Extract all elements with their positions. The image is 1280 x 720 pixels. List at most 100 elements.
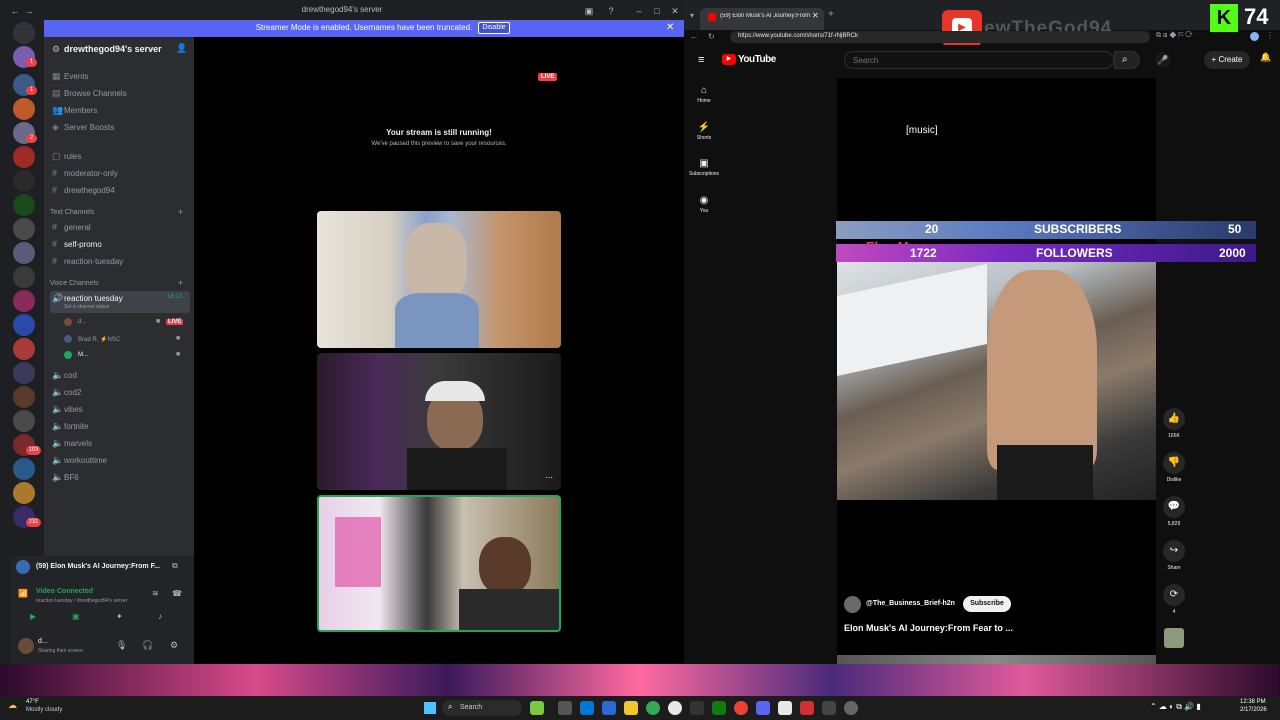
edge-icon[interactable] bbox=[580, 701, 594, 715]
soundboard-button[interactable]: ♪ bbox=[158, 612, 172, 624]
channel-status[interactable]: Set a channel status bbox=[64, 304, 109, 310]
maximize-icon[interactable]: □ bbox=[650, 4, 664, 18]
voice-connected-sub[interactable]: reaction tuesday / drewthegod94's server bbox=[36, 598, 127, 604]
help-icon[interactable]: ? bbox=[604, 4, 618, 18]
extensions-icon[interactable]: ⧉ ⊞ ◆ ⚐ ⟳ bbox=[1156, 32, 1193, 40]
app-icon[interactable] bbox=[668, 701, 682, 715]
camera-button[interactable]: ▶ bbox=[30, 612, 44, 624]
file-explorer-icon[interactable] bbox=[624, 701, 638, 715]
server-icon[interactable] bbox=[13, 458, 35, 480]
voice-channel-cod[interactable]: 🔈 cod bbox=[50, 368, 190, 383]
search-input[interactable] bbox=[844, 51, 1114, 69]
members-item[interactable]: 👥 Members bbox=[50, 103, 190, 118]
server-icon[interactable] bbox=[13, 98, 35, 120]
server-icon[interactable] bbox=[13, 266, 35, 288]
profile-avatar[interactable] bbox=[1250, 32, 1259, 41]
channel-self-promo[interactable]: # self-promo bbox=[50, 237, 190, 252]
comments-button[interactable]: 💬 5,829 bbox=[1160, 496, 1188, 527]
system-tray-icons[interactable]: ⌃ ☁ ◐ ⧉ 🔊 ▮ bbox=[1150, 702, 1201, 712]
inbox-icon[interactable]: ▣ bbox=[582, 4, 596, 18]
chrome-icon[interactable] bbox=[646, 701, 660, 715]
back-arrow-icon[interactable]: ← bbox=[8, 4, 22, 18]
settings-gear-icon[interactable]: ⚙ bbox=[170, 640, 178, 651]
back-icon[interactable]: ← bbox=[690, 32, 698, 41]
server-icon[interactable] bbox=[13, 218, 35, 240]
reload-icon[interactable]: ↻ bbox=[708, 32, 715, 41]
more-options-icon[interactable]: ⋯ bbox=[545, 473, 553, 482]
server-boosts-item[interactable]: ◈ Server Boosts bbox=[50, 120, 190, 135]
clock-date[interactable]: 2/17/2026 bbox=[1240, 707, 1267, 713]
next-short-preview[interactable] bbox=[837, 655, 1156, 664]
widgets-icon[interactable] bbox=[530, 701, 544, 715]
channel-moderator-only[interactable]: # moderator-only bbox=[50, 166, 190, 181]
activities-button[interactable]: ✦ bbox=[116, 612, 130, 624]
channel-name[interactable]: @The_Business_Brief-h2n bbox=[866, 600, 955, 607]
disconnect-icon[interactable]: ☎ bbox=[172, 589, 182, 598]
notifications-icon[interactable]: 🔔 bbox=[1260, 52, 1271, 63]
video-tile[interactable]: ⋯ bbox=[317, 353, 561, 490]
screen-share-button[interactable]: ▣ bbox=[72, 612, 86, 624]
taskbar-search-box[interactable]: ⌕ Search bbox=[442, 700, 522, 716]
channel-rules[interactable]: ▢ rules bbox=[50, 149, 190, 164]
tab-menu-icon[interactable]: ▾ bbox=[690, 11, 694, 20]
voice-user[interactable]: Brad R. ⚡NSC bbox=[78, 336, 120, 343]
start-windows-icon[interactable] bbox=[424, 702, 436, 714]
voice-channel-marvels[interactable]: 🔈 marvels bbox=[50, 436, 190, 451]
app-icon[interactable] bbox=[800, 701, 814, 715]
browser-tab[interactable]: (59) Elon Musk's AI Journey:From ✕ bbox=[700, 8, 824, 30]
voice-channel-workouttime[interactable]: 🔈 workouttime bbox=[50, 453, 190, 468]
video-tile-speaking[interactable] bbox=[317, 495, 561, 632]
menu-dots-icon[interactable]: ⋮ bbox=[1266, 31, 1274, 40]
video-tile[interactable] bbox=[317, 211, 561, 348]
voice-user[interactable]: M... bbox=[78, 352, 88, 358]
search-button[interactable]: ⌕ bbox=[1114, 51, 1140, 69]
user-avatar[interactable] bbox=[18, 638, 34, 654]
hamburger-icon[interactable]: ≡ bbox=[698, 54, 704, 66]
channel-drewthegod94[interactable]: # drewthegod94 bbox=[50, 183, 190, 198]
forward-arrow-icon[interactable]: → bbox=[22, 4, 36, 18]
popout-icon[interactable]: ⧉ bbox=[172, 561, 178, 571]
server-icon[interactable] bbox=[13, 194, 35, 216]
short-video-frame[interactable] bbox=[837, 260, 1156, 500]
headphones-icon[interactable]: 🎧 bbox=[142, 640, 153, 651]
add-voice-channel-icon[interactable]: + bbox=[178, 278, 183, 288]
server-icon[interactable] bbox=[13, 386, 35, 408]
address-bar[interactable]: https://www.youtube.com/shorts/71f-rNjBR… bbox=[730, 31, 1150, 43]
short-title[interactable]: Elon Musk's AI Journey:From Fear to ... bbox=[844, 623, 1013, 633]
voice-user[interactable]: d... bbox=[78, 319, 86, 325]
task-view-icon[interactable] bbox=[558, 701, 572, 715]
microphone-search-icon[interactable]: 🎤 bbox=[1155, 52, 1171, 68]
voice-channel-fortnite[interactable]: 🔈 fortnite bbox=[50, 419, 190, 434]
clock-time[interactable]: 12:38 PM bbox=[1240, 699, 1266, 705]
sound-thumbnail[interactable] bbox=[1164, 628, 1184, 648]
weather-icon[interactable]: ☁ bbox=[8, 700, 17, 711]
channel-reaction-tuesday[interactable]: # reaction-tuesday bbox=[50, 254, 190, 269]
like-button[interactable]: 👍 166K bbox=[1160, 408, 1188, 439]
minimize-icon[interactable]: – bbox=[632, 4, 646, 18]
close-icon[interactable]: ✕ bbox=[668, 4, 682, 18]
youtube-logo-icon[interactable]: ▶ bbox=[722, 54, 736, 65]
server-icon[interactable] bbox=[13, 146, 35, 168]
voice-channel-reaction-tuesday[interactable]: 🔊 reaction tuesday 18:13 Set a channel s… bbox=[50, 291, 190, 313]
disable-streamer-button[interactable]: Disable bbox=[478, 22, 510, 34]
server-icon[interactable] bbox=[13, 314, 35, 336]
app-icon[interactable] bbox=[822, 701, 836, 715]
microphone-icon[interactable]: 🎙 bbox=[116, 640, 127, 651]
browse-channels-item[interactable]: ▤ Browse Channels bbox=[50, 86, 190, 101]
dislike-button[interactable]: 👎 Dislike bbox=[1160, 452, 1188, 483]
close-banner-icon[interactable]: ✕ bbox=[666, 22, 674, 33]
nav-you[interactable]: ◉ You bbox=[688, 195, 720, 214]
nav-home[interactable]: ⌂ Home bbox=[688, 85, 720, 104]
browser-icon[interactable] bbox=[734, 701, 748, 715]
server-icon[interactable] bbox=[13, 170, 35, 192]
now-playing-title[interactable]: (59) Elon Musk's AI Journey:From F... bbox=[36, 563, 160, 570]
server-icon[interactable] bbox=[13, 362, 35, 384]
server-icon[interactable] bbox=[13, 410, 35, 432]
server-icon[interactable] bbox=[13, 242, 35, 264]
create-button[interactable]: + Create bbox=[1204, 51, 1250, 69]
voice-channel-bf6[interactable]: 🔈 BF6 bbox=[50, 470, 190, 485]
store-icon[interactable] bbox=[602, 701, 616, 715]
app-icon[interactable] bbox=[778, 701, 792, 715]
server-icon[interactable] bbox=[13, 338, 35, 360]
channel-general[interactable]: # general bbox=[50, 220, 190, 235]
